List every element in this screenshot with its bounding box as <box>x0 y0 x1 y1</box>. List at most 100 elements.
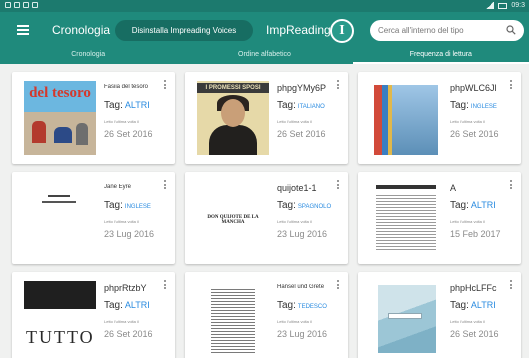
tab-ordine-alfabetico[interactable]: Ordine alfabetico <box>176 48 352 64</box>
last-read-date: 23 Lug 2016 <box>104 229 155 239</box>
document-cover: del tesoro <box>24 81 96 155</box>
tab-cronologia[interactable]: Cronologia <box>0 48 176 64</box>
document-cover <box>197 281 269 355</box>
last-read-label: Letto l'ultima volta il <box>450 219 485 224</box>
last-read-label: Letto l'ultima volta il <box>277 119 312 124</box>
search-input[interactable] <box>378 23 502 38</box>
page-title: Cronologia <box>52 23 111 37</box>
document-title: Hansel und Grete <box>277 284 325 290</box>
document-title: Jane Eyre <box>104 184 132 190</box>
document-title: quijote1-1 <box>277 183 317 193</box>
more-options-icon[interactable] <box>509 180 513 192</box>
tag-value: TEDESCO <box>297 304 327 310</box>
document-card[interactable]: TUTTO phprRtzbY Tag: ALTRI Letto l'ultima… <box>12 272 175 358</box>
last-read-label: Letto l'ultima volta il <box>450 119 485 124</box>
last-read-label: Letto l'ultima volta il <box>277 319 312 324</box>
status-indicators: 09:3 <box>486 2 525 9</box>
cover-title: DON QUIJOTE DE LA MANCHA <box>207 215 259 225</box>
tag-label: Tag: <box>277 200 296 211</box>
cover-title: TUTTO <box>26 327 95 347</box>
last-read-label: Letto l'ultima volta il <box>104 319 139 324</box>
document-cover: I PROMESSI SPOSI <box>197 81 269 155</box>
tag-value: INGLESE <box>470 104 497 110</box>
tag-label: Tag: <box>104 200 123 211</box>
notification-icons <box>5 2 38 8</box>
document-title: Fasiia del tesoro <box>104 84 149 90</box>
tag-value: ALTRI <box>124 300 150 310</box>
document-card[interactable]: phpWLC6Jl Tag: INGLESE Letto l'ultima vol… <box>358 72 521 164</box>
tab-bar: Cronologia Ordine alfabetico Frequenza d… <box>0 48 529 64</box>
logo-icon: I <box>330 19 354 43</box>
last-read-label: Letto l'ultima volta il <box>104 119 139 124</box>
brand-name: ImpReading <box>266 23 331 37</box>
document-tag: Tag: INGLESE <box>450 100 497 111</box>
status-time: 09:3 <box>511 2 525 9</box>
tag-value: INGLESE <box>124 204 151 210</box>
document-card[interactable]: Hansel und Grete Tag: TEDESCO Letto l'ult… <box>185 272 348 358</box>
search-box[interactable] <box>370 20 524 41</box>
tag-value: ALTRI <box>470 300 496 310</box>
tag-label: Tag: <box>450 300 469 311</box>
tag-value: ALTRI <box>124 100 150 110</box>
document-title: phpHcLFFc <box>450 283 497 293</box>
document-tag: Tag: ALTRI <box>104 100 150 111</box>
document-cover <box>370 281 442 355</box>
last-read-label: Letto l'ultima volta il <box>104 219 139 224</box>
uninstall-voices-button[interactable]: Disinstalla Impreading Voices <box>115 20 253 41</box>
document-card[interactable]: phpHcLFFc Tag: ALTRI Letto l'ultima volta… <box>358 272 521 358</box>
tag-value: ITALIANO <box>297 104 325 110</box>
battery-icon <box>498 2 508 9</box>
document-tag: Tag: INGLESE <box>104 200 151 211</box>
search-icon[interactable] <box>506 25 516 35</box>
more-options-icon[interactable] <box>163 180 167 192</box>
document-title: phpgYMy6P <box>277 83 327 93</box>
menu-icon[interactable] <box>17 25 29 35</box>
more-options-icon[interactable] <box>509 80 513 92</box>
document-cover <box>24 181 96 255</box>
last-read-date: 26 Set 2016 <box>450 129 499 139</box>
last-read-date: 15 Feb 2017 <box>450 229 501 239</box>
document-tag: Tag: ALTRI <box>104 300 150 311</box>
tag-label: Tag: <box>277 100 296 111</box>
tag-label: Tag: <box>277 300 296 311</box>
last-read-date: 26 Set 2016 <box>104 129 153 139</box>
document-card[interactable]: Jane Eyre Tag: INGLESE Letto l'ultima vol… <box>12 172 175 264</box>
signal-icon <box>486 2 495 9</box>
tag-label: Tag: <box>450 100 469 111</box>
document-cover: TUTTO <box>24 281 96 355</box>
document-cover <box>370 181 442 255</box>
document-card[interactable]: I PROMESSI SPOSI phpgYMy6P Tag: ITALIANO … <box>185 72 348 164</box>
document-card[interactable]: del tesoro Fasiia del tesoro Tag: ALTRI L… <box>12 72 175 164</box>
last-read-label: Letto l'ultima volta il <box>277 219 312 224</box>
tag-value: SPAGNOLO <box>297 204 332 210</box>
document-card[interactable]: DON QUIJOTE DE LA MANCHA quijote1-1 Tag:… <box>185 172 348 264</box>
document-tag: Tag: ALTRI <box>450 300 496 311</box>
last-read-date: 26 Set 2016 <box>104 329 153 339</box>
more-options-icon[interactable] <box>163 280 167 292</box>
document-tag: Tag: ALTRI <box>450 200 496 211</box>
app-bar: Cronologia Disinstalla Impreading Voices… <box>0 12 529 48</box>
more-options-icon[interactable] <box>336 280 340 292</box>
document-card[interactable]: A Tag: ALTRI Letto l'ultima volta il 15 F… <box>358 172 521 264</box>
cover-title: I PROMESSI SPOSI <box>197 83 269 93</box>
last-read-label: Letto l'ultima volta il <box>450 319 485 324</box>
last-read-date: 26 Set 2016 <box>450 329 499 339</box>
document-title: A <box>450 183 457 193</box>
more-options-icon[interactable] <box>336 180 340 192</box>
tab-frequenza-di-lettura[interactable]: Frequenza di lettura <box>352 48 529 64</box>
document-tag: Tag: SPAGNOLO <box>277 200 331 211</box>
document-cover: DON QUIJOTE DE LA MANCHA <box>197 181 269 255</box>
cover-title: del tesoro <box>29 85 91 101</box>
tag-label: Tag: <box>104 100 123 111</box>
status-bar: 09:3 <box>0 0 529 12</box>
tag-label: Tag: <box>450 200 469 211</box>
last-read-date: 23 Lug 2016 <box>277 329 328 339</box>
app-screen: 09:3 Cronologia Disinstalla Impreading V… <box>0 0 529 358</box>
more-options-icon[interactable] <box>336 80 340 92</box>
tag-label: Tag: <box>104 300 123 311</box>
more-options-icon[interactable] <box>509 280 513 292</box>
document-tag: Tag: TEDESCO <box>277 300 327 311</box>
more-options-icon[interactable] <box>163 80 167 92</box>
document-title: phprRtzbY <box>104 283 147 293</box>
last-read-date: 23 Lug 2016 <box>277 229 328 239</box>
